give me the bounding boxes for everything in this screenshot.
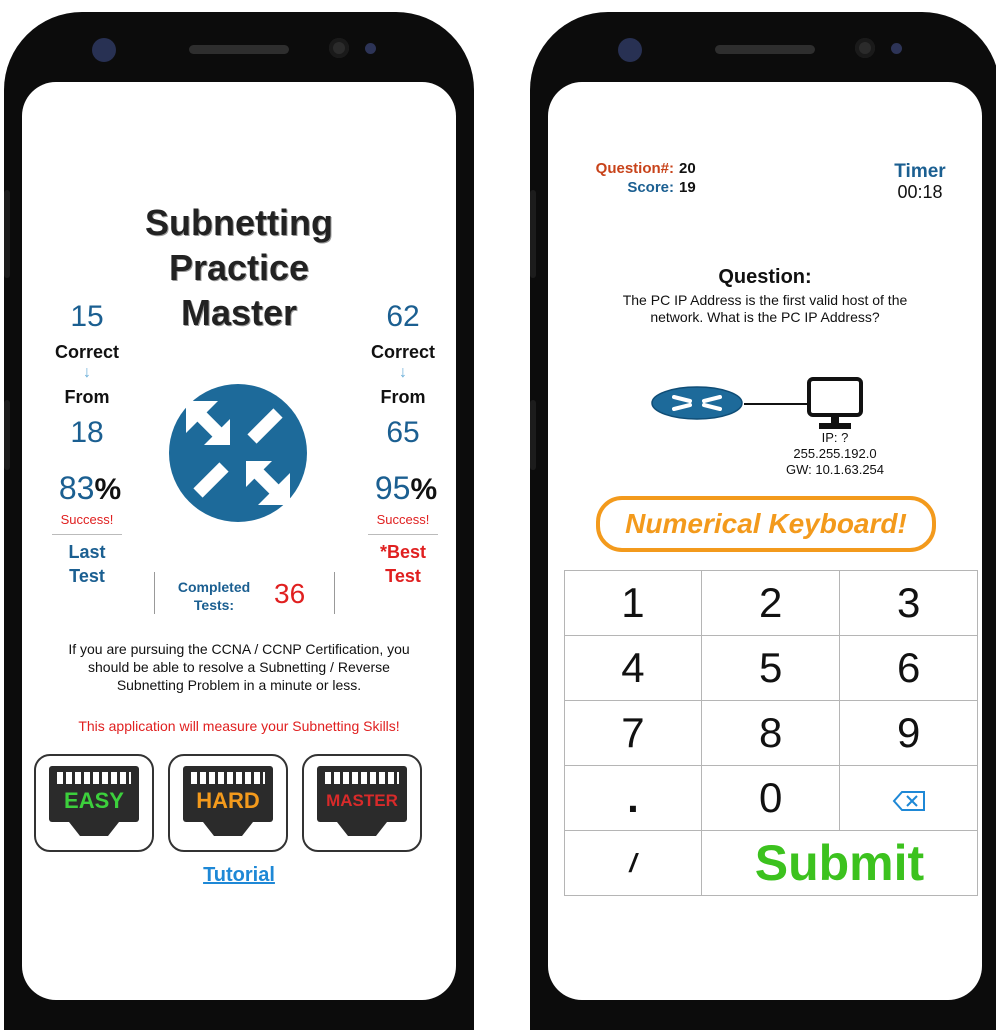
question-text: The PC IP Address is the first valid hos…: [622, 292, 908, 325]
key-7[interactable]: 7: [564, 700, 702, 766]
best-test-label: *Best Test: [379, 542, 427, 586]
key-3[interactable]: 3: [839, 570, 978, 636]
plug-pins: [57, 772, 131, 784]
divider: [334, 572, 335, 614]
key-9[interactable]: 9: [839, 700, 978, 766]
plug-foot: [69, 822, 119, 836]
numerical-keyboard-banner: Numerical Keyboard!: [596, 496, 936, 552]
key-8[interactable]: 8: [700, 700, 841, 766]
plug-foot: [203, 822, 253, 836]
phone-frame-quiz: Question#: 20 Score: 19 Timer 00:18 Ques…: [530, 12, 996, 1030]
completed-tests-label: Completed Tests:: [177, 579, 251, 613]
score-label: Score:: [627, 179, 674, 196]
last-percent: 83%: [58, 470, 122, 506]
volume-button: [530, 190, 536, 278]
best-from-label: From: [380, 387, 426, 407]
down-arrow-icon: ↓: [83, 364, 91, 381]
best-total-count: 65: [386, 416, 420, 449]
last-test-label: Last Test: [68, 542, 106, 586]
key-4[interactable]: 4: [564, 635, 702, 701]
completed-tests-count: 36: [274, 578, 306, 609]
plug-pins: [325, 772, 399, 784]
down-arrow-icon: ↓: [399, 364, 407, 381]
quiz-screen: Question#: 20 Score: 19 Timer 00:18 Ques…: [548, 82, 982, 1000]
last-from-label: From: [64, 387, 110, 407]
divider: [368, 534, 438, 535]
plug-pins: [191, 772, 265, 784]
best-correct-count: 62: [386, 300, 420, 333]
last-success-label: Success!: [60, 512, 114, 527]
side-button: [4, 400, 10, 470]
key-2[interactable]: 2: [700, 570, 841, 636]
hard-level-button[interactable]: HARD: [168, 754, 288, 852]
submit-button[interactable]: Submit: [700, 830, 979, 896]
front-camera-icon: [618, 38, 642, 62]
divider: [154, 572, 155, 614]
score-value: 19: [679, 179, 696, 196]
network-link: [744, 403, 808, 405]
tutorial-link[interactable]: Tutorial: [22, 864, 456, 887]
key-0[interactable]: 0: [700, 765, 841, 831]
speaker-grille: [189, 45, 289, 54]
last-total-count: 18: [70, 416, 104, 449]
question-number: 20: [679, 160, 696, 177]
divider: [52, 534, 122, 535]
best-correct-label: Correct: [370, 342, 436, 362]
numeric-keypad: 1 2 3 4 5 6 7 8 9 . 0 / Submit: [564, 570, 979, 896]
ethernet-plug-icon: MASTER: [317, 766, 407, 822]
backspace-key[interactable]: [839, 765, 978, 831]
volume-button: [4, 190, 10, 278]
sensor-icon: [329, 38, 349, 58]
easy-level-button[interactable]: EASY: [34, 754, 154, 852]
key-6[interactable]: 6: [839, 635, 978, 701]
sensor-icon: [891, 43, 902, 54]
best-percent: 95%: [374, 470, 438, 506]
key-1[interactable]: 1: [564, 570, 702, 636]
timer-label: Timer: [894, 161, 946, 182]
info-text: If you are pursuing the CCNA / CCNP Cert…: [68, 641, 410, 693]
sensor-icon: [365, 43, 376, 54]
master-level-button[interactable]: MASTER: [302, 754, 422, 852]
backspace-icon: [892, 774, 926, 821]
front-camera-icon: [92, 38, 116, 62]
timer-value: 00:18: [897, 182, 943, 202]
measure-message: This application will measure your Subne…: [78, 718, 400, 734]
side-button: [530, 400, 536, 470]
key-5[interactable]: 5: [700, 635, 841, 701]
pc-info: IP: ? 255.255.192.0 GW: 10.1.63.254: [785, 430, 885, 477]
last-correct-label: Correct: [54, 342, 120, 362]
computer-icon: [806, 376, 864, 437]
speaker-grille: [715, 45, 815, 54]
router-icon: [168, 383, 308, 528]
home-screen: Subnetting Practice Master 15 Correct ↓ …: [22, 82, 456, 1000]
sensor-icon: [855, 38, 875, 58]
key-dot[interactable]: .: [564, 765, 702, 831]
plug-foot: [337, 822, 387, 836]
question-heading: Question:: [718, 266, 812, 288]
last-correct-count: 15: [70, 300, 104, 333]
ethernet-plug-icon: EASY: [49, 766, 139, 822]
phone-frame-home: Subnetting Practice Master 15 Correct ↓ …: [4, 12, 474, 1030]
key-slash[interactable]: /: [564, 830, 702, 896]
best-success-label: Success!: [376, 512, 430, 527]
ethernet-plug-icon: HARD: [183, 766, 273, 822]
router-icon: [650, 383, 744, 428]
question-number-label: Question#:: [595, 160, 674, 177]
